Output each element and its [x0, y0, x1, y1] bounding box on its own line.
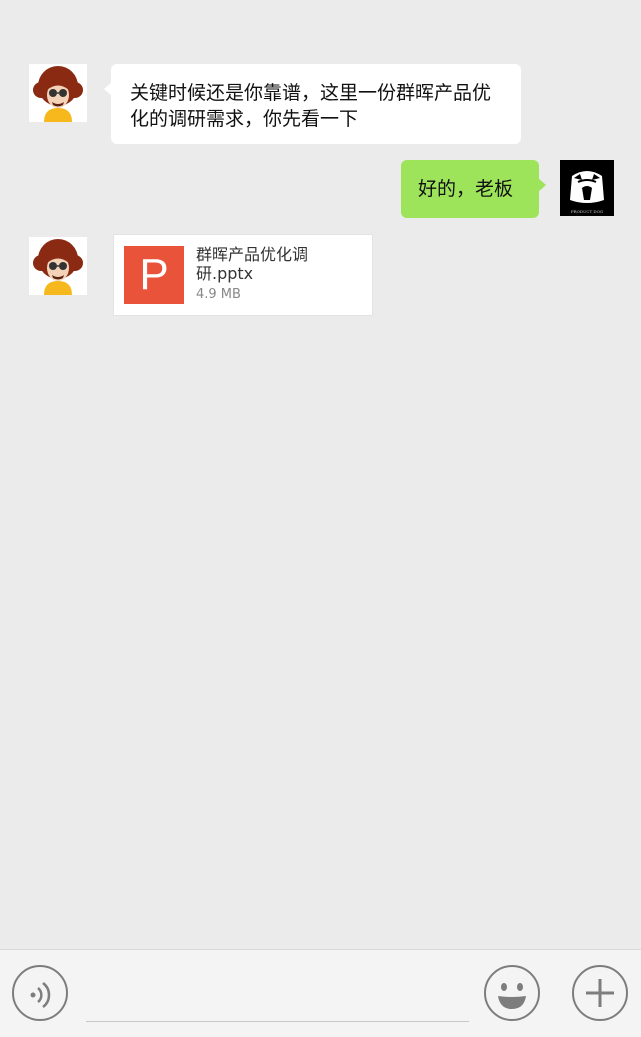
chat-input-bar	[0, 949, 641, 1037]
emoji-icon	[498, 983, 526, 1009]
voice-button[interactable]	[12, 965, 68, 1021]
voice-icon	[30, 982, 51, 1008]
add-button[interactable]	[572, 965, 628, 1021]
product-dog-avatar-icon	[560, 160, 614, 216]
message-bubble-boss[interactable]: 关键时候还是你靠谱，这里一份群晖产品优化的调研需求，你先看一下	[104, 64, 521, 144]
file-size: 4.9 MB	[196, 287, 241, 302]
boss-avatar[interactable]	[29, 237, 87, 295]
emoji-button[interactable]	[484, 965, 540, 1021]
message-text: 关键时候还是你靠谱，这里一份群晖产品优化的调研需求，你先看一下	[130, 82, 492, 130]
powerpoint-file-icon: P	[124, 246, 184, 304]
message-input[interactable]	[86, 1021, 469, 1022]
message-bubble-me[interactable]: 好的，老板	[401, 160, 546, 218]
boss-avatar[interactable]	[29, 64, 87, 122]
afro-cartoon-avatar-icon	[29, 64, 87, 122]
message-text: 好的，老板	[418, 178, 514, 200]
plus-icon	[586, 979, 614, 1007]
file-name: 群晖产品优化调研.pptx	[196, 245, 309, 283]
my-avatar[interactable]: PRODUCT DOG	[560, 160, 614, 216]
afro-cartoon-avatar-icon	[29, 237, 87, 295]
avatar-caption: PRODUCT DOG	[570, 209, 604, 214]
file-message-card[interactable]: P 群晖产品优化调研.pptx 4.9 MB	[113, 234, 373, 316]
